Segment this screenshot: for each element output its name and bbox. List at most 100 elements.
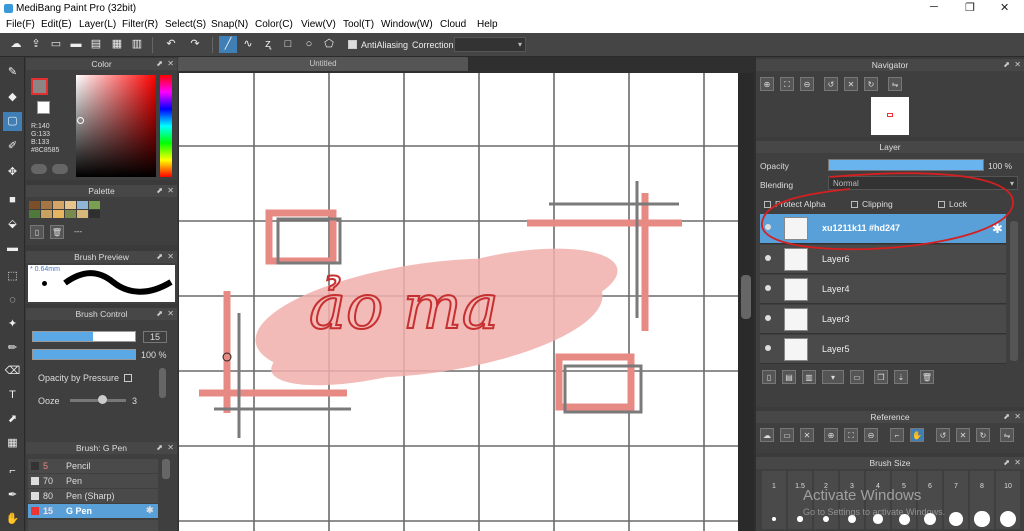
color-mode-icon-2[interactable]: [52, 164, 68, 174]
close-icon[interactable]: ✕: [1014, 457, 1021, 469]
palette-swatch[interactable]: [29, 201, 40, 209]
document-tab[interactable]: Untitled: [178, 57, 468, 71]
navigator-thumbnail[interactable]: [871, 97, 909, 135]
opacity-slider[interactable]: [32, 349, 136, 360]
new-layer-icon[interactable]: ▯: [762, 370, 776, 384]
brush-tool-icon[interactable]: ✎: [3, 63, 22, 82]
folder-icon[interactable]: ▭: [850, 370, 864, 384]
comment-icon[interactable]: ▭: [47, 36, 65, 53]
menu-help[interactable]: Help: [477, 19, 498, 30]
duplicate-layer-icon[interactable]: ❐: [874, 370, 888, 384]
eraser-tool-icon[interactable]: ◆: [3, 88, 22, 107]
expand-icon[interactable]: ⬈: [156, 251, 163, 263]
close-icon[interactable]: ✕: [167, 442, 174, 454]
zoom-out-icon[interactable]: ⊖: [800, 77, 814, 91]
new-halftone-layer-icon[interactable]: ▤: [782, 370, 796, 384]
page-icon[interactable]: ▤: [87, 36, 105, 53]
add-layer-menu-icon[interactable]: ▾: [822, 370, 844, 384]
marquee-tool-icon[interactable]: ⬚: [3, 267, 22, 286]
palette-swatch[interactable]: [89, 210, 100, 218]
cloud-icon[interactable]: ☁: [7, 36, 25, 53]
select-rect-tool-icon[interactable]: ▢: [3, 112, 22, 131]
layer-opacity-slider[interactable]: [828, 159, 984, 171]
hue-slider[interactable]: [160, 75, 172, 177]
secondary-color-swatch[interactable]: [37, 101, 50, 114]
palette-swatch[interactable]: [89, 201, 100, 209]
close-icon[interactable]: ✕: [1014, 411, 1021, 423]
expand-icon[interactable]: ⬈: [1003, 411, 1010, 423]
list-item[interactable]: 5 Pencil: [28, 459, 158, 473]
menu-layer[interactable]: Layer(L): [79, 19, 116, 30]
gradient-tool-icon[interactable]: ▬: [3, 239, 22, 258]
curve-icon[interactable]: ʐ: [259, 36, 277, 53]
canvas-vertical-scrollbar[interactable]: [738, 73, 754, 531]
menu-file[interactable]: File(F): [6, 19, 35, 30]
polyline-icon[interactable]: ∿: [239, 36, 257, 53]
list-item[interactable]: [28, 520, 158, 531]
primary-color-swatch[interactable]: [31, 78, 48, 95]
eyedropper-icon[interactable]: ⌐: [890, 428, 904, 442]
palette-swatch[interactable]: [53, 210, 64, 218]
brush-size-cell[interactable]: 1: [762, 471, 786, 529]
expand-icon[interactable]: ⬈: [156, 308, 163, 320]
settings-doc-icon[interactable]: ▥: [128, 36, 146, 53]
pen-tool-icon[interactable]: ✐: [3, 137, 22, 156]
close-icon[interactable]: ✕: [167, 58, 174, 70]
text-tool-icon[interactable]: T: [3, 386, 22, 405]
select-eraser-icon[interactable]: ⌫: [3, 362, 22, 381]
reset-icon[interactable]: ✕: [844, 77, 858, 91]
rotate-right-icon[interactable]: ↻: [976, 428, 990, 442]
brush-size-cell[interactable]: 6: [918, 471, 942, 529]
bucket-tool-icon[interactable]: ⬙: [3, 215, 22, 234]
cloud-download-icon[interactable]: ☁: [760, 428, 774, 442]
size-slider[interactable]: [32, 331, 136, 342]
undo-icon[interactable]: ↶: [162, 36, 180, 53]
menu-edit[interactable]: Edit(E): [41, 19, 72, 30]
brush-list-scrollbar[interactable]: [162, 459, 170, 479]
close-icon[interactable]: ✕: [167, 185, 174, 197]
scroll-thumb[interactable]: [741, 275, 751, 319]
palette-swatch[interactable]: [77, 210, 88, 218]
brush-size-cell[interactable]: 7: [944, 471, 968, 529]
gear-icon[interactable]: ✱: [146, 505, 154, 516]
palette-swatch[interactable]: [65, 201, 76, 209]
hand-tool-icon[interactable]: ✋: [3, 510, 22, 529]
menu-color[interactable]: Color(C): [255, 19, 293, 30]
fill-rect-tool-icon[interactable]: ■: [3, 191, 22, 210]
brush-control-scrollbar[interactable]: [159, 368, 166, 398]
brush-size-cell[interactable]: 10: [996, 471, 1020, 529]
layer-row[interactable]: Layer5: [760, 335, 1006, 364]
menu-filter[interactable]: Filter(R): [122, 19, 158, 30]
move-tool-icon[interactable]: ✥: [3, 163, 22, 182]
expand-icon[interactable]: ⬈: [156, 58, 163, 70]
zoom-in-icon[interactable]: ⊕: [760, 77, 774, 91]
brush-size-cell[interactable]: 8: [970, 471, 994, 529]
eye-icon[interactable]: [765, 315, 771, 321]
eyedropper-icon[interactable]: ⌐: [3, 462, 22, 481]
palette-swatch[interactable]: [77, 201, 88, 209]
divide-tool-icon[interactable]: ▦: [3, 434, 22, 453]
zoom-out-icon[interactable]: ⊖: [864, 428, 878, 442]
close-icon[interactable]: ✕: [1014, 59, 1021, 71]
dropper-icon[interactable]: ✒: [3, 486, 22, 505]
open-folder-icon[interactable]: ▭: [780, 428, 794, 442]
expand-icon[interactable]: ⬈: [1003, 457, 1010, 469]
palette-swatch[interactable]: [65, 210, 76, 218]
polygon-icon[interactable]: ⬠: [320, 36, 338, 53]
flip-icon[interactable]: ⇋: [888, 77, 902, 91]
close-icon[interactable]: ✕: [167, 308, 174, 320]
correction-select[interactable]: ▾: [454, 37, 526, 52]
fit-icon[interactable]: ⛶: [780, 77, 794, 91]
new-page-icon[interactable]: ▯: [30, 225, 44, 239]
ellipse-icon[interactable]: ○: [300, 36, 318, 53]
color-mode-icon[interactable]: [31, 164, 47, 174]
menu-select[interactable]: Select(S): [165, 19, 206, 30]
rotate-right-icon[interactable]: ↻: [864, 77, 878, 91]
redo-icon[interactable]: ↷: [186, 36, 204, 53]
palette-swatch[interactable]: [41, 210, 52, 218]
expand-icon[interactable]: ⬈: [1003, 59, 1010, 71]
layer-row[interactable]: Layer4: [760, 275, 1006, 304]
menu-tool[interactable]: Tool(T): [343, 19, 374, 30]
expand-icon[interactable]: ⬈: [156, 185, 163, 197]
close-icon[interactable]: ✕: [1000, 1, 1009, 14]
